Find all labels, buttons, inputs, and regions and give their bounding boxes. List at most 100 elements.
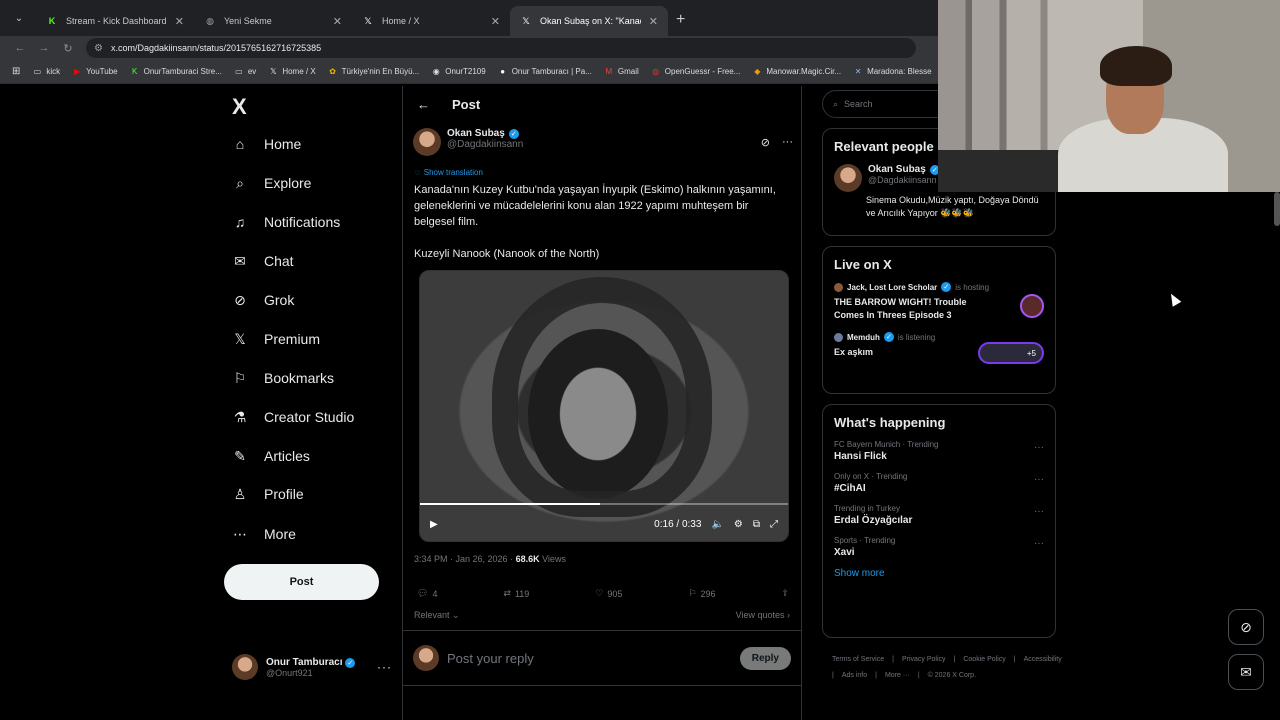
bookmark-label[interactable]: Türkiye'nin En Büyü... — [342, 67, 420, 76]
bookmark-label[interactable]: kick — [46, 67, 60, 76]
nav-item-label[interactable]: Chat — [264, 253, 294, 269]
browser-tab[interactable]: ◍ Yeni Sekme ✕ — [194, 6, 352, 36]
video-progress-bar[interactable] — [420, 503, 788, 505]
close-icon[interactable]: ✕ — [649, 15, 658, 28]
video-player[interactable]: ▶ 0:16 / 0:33 🔈 ⚙ ⧉ ⤢ — [419, 270, 789, 542]
bookmark-label[interactable]: Manowar.Magic.Cir... — [766, 67, 841, 76]
share-icon[interactable]: ⇪ — [781, 588, 789, 599]
bookmark-label[interactable]: OpenGuessr - Free... — [665, 67, 741, 76]
trend-more-icon[interactable]: ··· — [1034, 538, 1044, 549]
nav-item-label[interactable]: Bookmarks — [264, 370, 334, 386]
play-icon[interactable]: ▶ — [430, 519, 438, 530]
nav-item-label[interactable]: Articles — [264, 448, 310, 464]
live-space[interactable]: Memduh ✓ is listening Ex aşkım +5 — [834, 332, 1044, 364]
back-icon[interactable]: ← — [8, 42, 32, 54]
bookmark-label[interactable]: OnurTamburaci Stre... — [144, 67, 222, 76]
reply-action[interactable]: 💬︎ 4 — [417, 588, 437, 599]
trend-name[interactable]: Xavi — [834, 547, 1044, 558]
volume-icon[interactable]: 🔈 — [711, 519, 723, 530]
footer-link[interactable]: Cookie Policy — [963, 652, 1005, 668]
trend-item[interactable]: Trending in Turkey Erdal Özyağcılar ··· — [834, 504, 1044, 526]
nav-item-chat[interactable]: ✉ Chat — [230, 251, 294, 271]
bookmark-item[interactable]: K OnurTamburaci Stre... — [130, 67, 222, 77]
bookmark-item[interactable]: ● Onur Tamburacı | Pa... — [498, 67, 592, 77]
view-quotes-label[interactable]: View quotes — [736, 610, 785, 620]
like-action[interactable]: ♡ 905 — [595, 588, 622, 599]
grok-icon[interactable]: ⊘ — [761, 136, 770, 149]
bookmark-item[interactable]: ◎ OpenGuessr - Free... — [651, 67, 741, 77]
relevant-name-row[interactable]: Okan Subaş ✓ — [868, 164, 940, 175]
repost-action[interactable]: ⇄ 119 — [503, 588, 529, 599]
nav-item-label[interactable]: Home — [264, 136, 301, 152]
nav-item-label[interactable]: Notifications — [264, 214, 340, 230]
settings-icon[interactable]: ⚙ — [734, 519, 743, 530]
author-handle[interactable]: @Dagdakiinsann — [447, 139, 523, 150]
browser-tab[interactable]: 𝕏 Okan Subaş on X: "Kanada'nın K ✕ — [510, 6, 668, 36]
nav-item-label[interactable]: Premium — [264, 331, 320, 347]
trend-item[interactable]: Only on X · Trending #CihAI ··· — [834, 472, 1044, 494]
sort-dropdown[interactable]: Relevant ⌄ — [414, 610, 460, 621]
trend-more-icon[interactable]: ··· — [1034, 442, 1044, 453]
footer-link[interactable]: Ads info — [842, 668, 867, 684]
pip-icon[interactable]: ⧉ — [753, 519, 760, 530]
post-button[interactable]: Post — [224, 564, 379, 600]
messages-fab-button[interactable]: ✉ — [1228, 654, 1264, 690]
browser-tab[interactable]: K Stream - Kick Dashboard ✕ — [36, 6, 194, 36]
close-icon[interactable]: ✕ — [491, 15, 500, 28]
bookmark-item[interactable]: ◉ OnurT2109 — [431, 67, 486, 77]
reply-input[interactable]: Post your reply — [447, 651, 732, 666]
url-text[interactable]: x.com/Dagdakiinsann/status/2015765162716… — [111, 43, 321, 53]
bookmark-label[interactable]: ev — [248, 67, 256, 76]
show-translation-link[interactable]: ◌ Show translation — [415, 168, 483, 177]
trend-item[interactable]: Sports · Trending Xavi ··· — [834, 536, 1044, 558]
show-translation-label[interactable]: Show translation — [424, 168, 483, 177]
footer-link[interactable]: Accessibility — [1024, 652, 1062, 668]
nav-item-home[interactable]: ⌂ Home — [230, 134, 302, 154]
bookmark-item[interactable]: ✿ Türkiye'nin En Büyü... — [328, 67, 420, 77]
nav-item-label[interactable]: Explore — [264, 175, 311, 191]
nav-item-notifications[interactable]: ♫ Notifications — [230, 212, 341, 232]
sort-label[interactable]: Relevant — [414, 610, 450, 620]
apps-icon[interactable]: ⊞ — [12, 66, 20, 77]
bookmark-label[interactable]: Onur Tamburacı | Pa... — [512, 67, 592, 76]
close-icon[interactable]: ✕ — [175, 15, 184, 28]
nav-item-premium[interactable]: 𝕏 Premium — [230, 329, 320, 349]
bookmark-label[interactable]: Maradona: Blesse — [867, 67, 931, 76]
browser-tab[interactable]: 𝕏 Home / X ✕ — [352, 6, 510, 36]
close-icon[interactable]: ✕ — [333, 15, 342, 28]
author-name[interactable]: Okan Subaş — [447, 128, 505, 139]
footer-link[interactable]: Terms of Service — [832, 652, 884, 668]
nav-item-explore[interactable]: ⌕ Explore — [230, 173, 311, 193]
tab-search-menu-button[interactable]: ⌄ — [6, 5, 32, 31]
site-info-icon[interactable]: ⚙ — [94, 43, 103, 54]
tab-title[interactable]: Home / X — [382, 16, 483, 26]
bookmark-item[interactable]: M Gmail — [604, 67, 639, 77]
relevant-name[interactable]: Okan Subaş — [868, 164, 926, 175]
trend-more-icon[interactable]: ··· — [1034, 506, 1044, 517]
author-avatar[interactable] — [413, 128, 441, 156]
trend-more-icon[interactable]: ··· — [1034, 474, 1044, 485]
bookmark-item[interactable]: ▶ YouTube — [72, 67, 118, 77]
nav-item-bookmarks[interactable]: ⚐ Bookmarks — [230, 368, 334, 388]
bookmark-item[interactable]: ✕ Maradona: Blesse — [853, 67, 932, 77]
author-name-row[interactable]: Okan Subaş ✓ — [447, 128, 523, 139]
footer-link[interactable]: More ··· — [885, 668, 910, 684]
bookmark-item[interactable]: ▭ ev — [234, 67, 256, 77]
nav-item-label[interactable]: Grok — [264, 292, 294, 308]
tab-title[interactable]: Yeni Sekme — [224, 16, 325, 26]
nav-item-label[interactable]: Creator Studio — [264, 409, 354, 425]
bookmark-label[interactable]: Home / X — [282, 67, 315, 76]
reply-button[interactable]: Reply — [739, 646, 791, 670]
url-omnibox[interactable]: ⚙ x.com/Dagdakiinsann/status/20157651627… — [86, 38, 916, 58]
live-space[interactable]: Jack, Lost Lore Scholar ✓ is hosting THE B… — [834, 282, 1044, 322]
bookmark-label[interactable]: YouTube — [86, 67, 117, 76]
nav-item-creator-studio[interactable]: ⚗ Creator Studio — [230, 407, 355, 427]
trend-name[interactable]: Hansi Flick — [834, 451, 1044, 462]
x-logo-icon[interactable]: X — [232, 94, 247, 120]
bookmark-item[interactable]: ◆ Manowar.Magic.Cir... — [752, 67, 841, 77]
nav-item-grok[interactable]: ⊘ Grok — [230, 290, 294, 310]
fullscreen-icon[interactable]: ⤢ — [770, 519, 778, 530]
post-timestamp[interactable]: 3:34 PM · Jan 26, 2026 · — [414, 554, 516, 564]
view-quotes-link[interactable]: View quotes › — [736, 610, 790, 621]
nav-item-more[interactable]: ⋯ More — [230, 524, 296, 544]
